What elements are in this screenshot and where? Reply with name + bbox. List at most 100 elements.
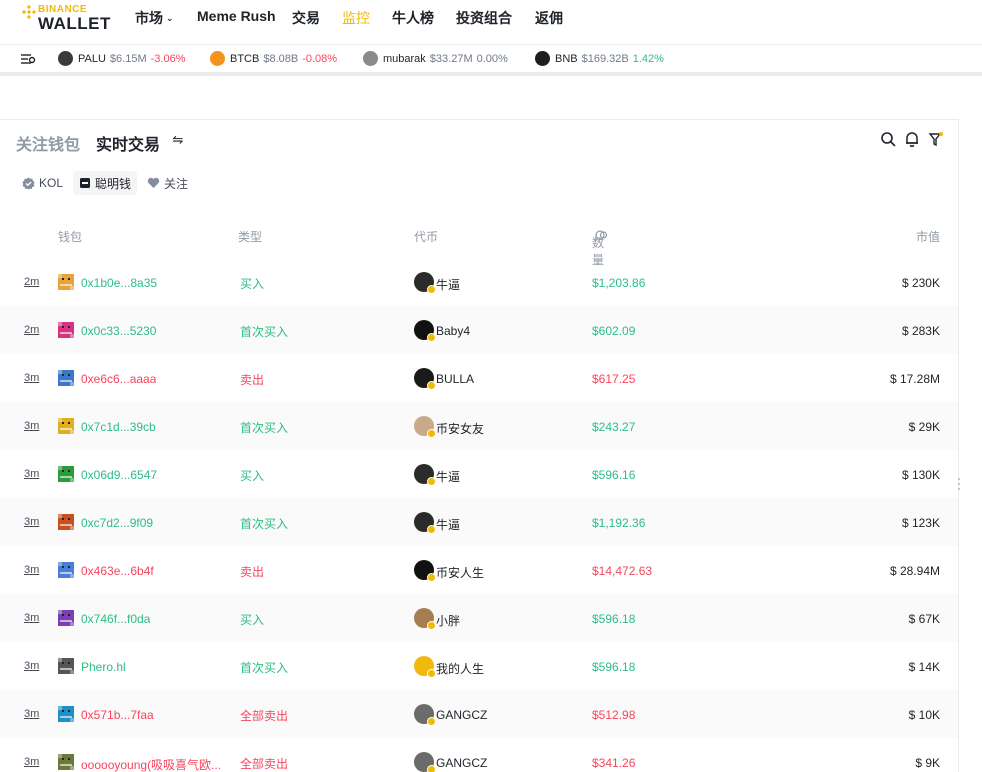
token-icon (210, 51, 225, 66)
filter-smart-money[interactable]: 聪明钱 (73, 171, 138, 195)
brand-bottom: WALLET (38, 14, 111, 33)
table-row[interactable]: 3m 0x7c1d...39cb 首次买入 币安女友 $243.27 $ 29K (0, 402, 958, 450)
token-name[interactable]: 牛逼 (436, 516, 460, 533)
token-name[interactable]: GANGCZ (436, 708, 487, 722)
token-icon (414, 752, 436, 772)
trade-age[interactable]: 3m (24, 756, 39, 768)
token-name[interactable]: Baby4 (436, 324, 470, 338)
trade-type: 首次买入 (240, 325, 289, 339)
trade-amount: $596.18 (592, 660, 636, 674)
table-row[interactable]: 3m 0xc7d2...9f09 首次买入 牛逼 $1,192.36 $ 123… (0, 498, 958, 546)
wallet-address[interactable]: Phero.hl (81, 660, 126, 674)
nav-trade[interactable]: 交易 (292, 8, 320, 28)
token-icon (58, 51, 73, 66)
table-row[interactable]: 2m 0x1b0e...8a35 买入 牛逼 $1,203.86 $ 230K (0, 258, 958, 306)
token-icon (414, 512, 436, 534)
ticker-item[interactable]: PALU $6.15M -3.06% (58, 51, 185, 66)
top-nav: BINANCE WALLET 市场 ⌄ Meme Rush 交易 监控 牛人榜 投… (0, 0, 982, 44)
table-row[interactable]: 3m 0x571b...7faa 全部卖出 GANGCZ $512.98 $ 1… (0, 690, 958, 738)
binance-logo-icon (22, 5, 36, 19)
token-name[interactable]: 牛逼 (436, 276, 460, 293)
trade-type: 卖出 (240, 565, 265, 579)
filter-follow-label: 关注 (164, 176, 189, 191)
col-amount[interactable]: 数量 (592, 228, 608, 267)
ticker-settings-icon[interactable] (20, 52, 36, 66)
wallet-address[interactable]: 0x746f...f0da (81, 612, 150, 626)
ticker-item[interactable]: mubarak $33.27M 0.00% (363, 51, 508, 66)
nav-leaderboard[interactable]: 牛人榜 (392, 8, 434, 28)
table-row[interactable]: 3m oooooyoung(吸吸喜气欧... 全部卖出 GANGCZ $341.… (0, 738, 958, 772)
filter-follow[interactable]: 关注 (141, 171, 194, 195)
token-name[interactable]: GANGCZ (436, 756, 487, 770)
tab-followed-wallets[interactable]: 关注钱包 (16, 131, 80, 155)
bsc-chain-icon (427, 525, 436, 534)
trade-age[interactable]: 2m (24, 324, 39, 336)
tab-live-trades[interactable]: 实时交易 (96, 131, 160, 155)
wallet-address[interactable]: 0x571b...7faa (81, 708, 154, 722)
trade-age[interactable]: 2m (24, 276, 39, 288)
trade-age[interactable]: 3m (24, 468, 39, 480)
token-name[interactable]: BULLA (436, 372, 474, 386)
search-icon[interactable] (880, 131, 896, 147)
nav-portfolio[interactable]: 投资组合 (456, 8, 512, 28)
token-icon (414, 464, 436, 486)
token-name[interactable]: 币安女友 (436, 420, 484, 437)
wallet-address[interactable]: oooooyoung(吸吸喜气欧... (81, 756, 221, 772)
bsc-chain-icon (427, 621, 436, 630)
trade-type: 首次买入 (240, 517, 289, 531)
trade-age[interactable]: 3m (24, 564, 39, 576)
wallet-address[interactable]: 0xe6c6...aaaa (81, 372, 156, 386)
trade-amount: $602.09 (592, 324, 636, 338)
ticker-symbol: mubarak (383, 52, 426, 65)
trade-amount: $1,192.36 (592, 516, 646, 530)
token-icon (414, 608, 436, 630)
trade-age[interactable]: 3m (24, 660, 39, 672)
token-icon (414, 704, 436, 726)
wallet-address[interactable]: 0x1b0e...8a35 (81, 276, 157, 290)
ticker-symbol: BTCB (230, 52, 260, 65)
table-row[interactable]: 2m 0x0c33...5230 首次买入 Baby4 $602.09 $ 28… (0, 306, 958, 354)
nav-rebate[interactable]: 返佣 (535, 8, 563, 28)
ticker-change: -3.06% (150, 52, 186, 65)
token-name[interactable]: 小胖 (436, 612, 460, 629)
token-name[interactable]: 我的人生 (436, 660, 484, 677)
trade-age[interactable]: 3m (24, 612, 39, 624)
filter-icon[interactable] (928, 131, 944, 147)
filter-smart-money-label: 聪明钱 (95, 176, 132, 191)
bsc-chain-icon (427, 573, 436, 582)
wallet-address[interactable]: 0x0c33...5230 (81, 324, 156, 338)
token-name[interactable]: 币安人生 (436, 564, 484, 581)
table-row[interactable]: 3m Phero.hl 首次买入 我的人生 $596.18 $ 14K (0, 642, 958, 690)
trade-amount: $14,472.63 (592, 564, 653, 578)
trade-age[interactable]: 3m (24, 708, 39, 720)
nav-meme-rush[interactable]: Meme Rush (197, 8, 276, 24)
trade-age[interactable]: 3m (24, 420, 39, 432)
table-row[interactable]: 3m 0x06d9...6547 买入 牛逼 $596.16 $ 130K (0, 450, 958, 498)
wallet-address[interactable]: 0x463e...6b4f (81, 564, 154, 578)
trade-amount: $341.26 (592, 756, 636, 770)
bell-icon[interactable] (904, 131, 920, 147)
market-cap: $ 130K (901, 468, 940, 482)
trade-type: 全部卖出 (240, 709, 289, 723)
wallet-address[interactable]: 0x7c1d...39cb (81, 420, 156, 434)
table-row[interactable]: 3m 0x746f...f0da 买入 小胖 $596.18 $ 67K (0, 594, 958, 642)
ticker-item[interactable]: BNB $169.32B 1.42% (535, 51, 664, 66)
binance-wallet-logo[interactable]: BINANCE WALLET (22, 3, 112, 35)
wallet-address[interactable]: 0xc7d2...9f09 (81, 516, 153, 530)
ticker-item[interactable]: BTCB $8.08B -0.08% (210, 51, 337, 66)
token-name[interactable]: 牛逼 (436, 468, 460, 485)
trade-amount: $596.16 (592, 468, 636, 482)
wallet-address[interactable]: 0x06d9...6547 (81, 468, 157, 482)
wallet-avatar-icon (58, 274, 74, 290)
token-icon (414, 320, 436, 342)
table-row[interactable]: 3m 0xe6c6...aaaa 卖出 BULLA $617.25 $ 17.2… (0, 354, 958, 402)
table-row[interactable]: 3m 0x463e...6b4f 卖出 币安人生 $14,472.63 $ 28… (0, 546, 958, 594)
ticker-change: -0.08% (302, 52, 338, 65)
nav-market[interactable]: 市场 ⌄ (135, 8, 174, 28)
nav-monitor[interactable]: 监控 (342, 8, 370, 28)
trade-age[interactable]: 3m (24, 372, 39, 384)
col-wallet: 钱包 (58, 230, 83, 244)
filter-kol[interactable]: KOL (16, 171, 69, 195)
trade-age[interactable]: 3m (24, 516, 39, 528)
swap-icon[interactable]: ⇋ (168, 131, 188, 149)
